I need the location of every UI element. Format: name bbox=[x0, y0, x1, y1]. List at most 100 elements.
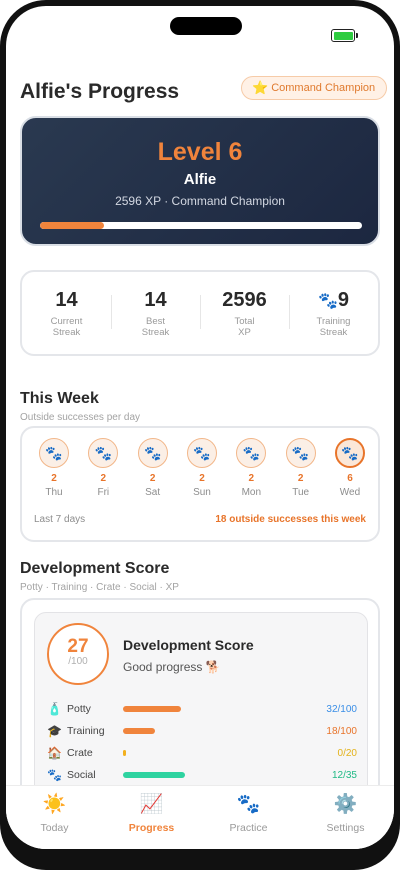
week-section-subtitle: Outside successes per day bbox=[20, 412, 141, 423]
sun-icon: ☀️ bbox=[42, 794, 67, 815]
development-section-subtitle: Potty · Training · Crate · Social · XP bbox=[20, 582, 179, 593]
score-value: 27 bbox=[67, 636, 89, 657]
day-item: 🐾 2 Thu bbox=[32, 438, 76, 498]
chart-icon: 📈 bbox=[139, 794, 164, 815]
tab-settings[interactable]: ⚙️ Settings bbox=[297, 786, 394, 849]
title-badge-label: Command Champion bbox=[271, 82, 376, 94]
paw-icon: 🐾 bbox=[186, 438, 217, 468]
bottom-tab-bar: ☀️ Today 📈 Progress 🐾 Practice ⚙️ Settings bbox=[6, 785, 394, 849]
development-status: Good progress 🐕 bbox=[123, 660, 221, 674]
day-name: Sat bbox=[145, 487, 161, 498]
day-count: 6 bbox=[347, 473, 353, 484]
stats-card: 14 Current Streak 14 Best Streak 2596 To… bbox=[20, 270, 380, 356]
app-screen: Alfie's Progress ⭐ Command Champion Leve… bbox=[6, 6, 394, 849]
metric-bar bbox=[123, 772, 303, 778]
xp-summary: 2596 XP · Command Champion bbox=[115, 194, 285, 208]
metric-icon: 🐾 bbox=[47, 768, 62, 782]
paw-icon: 🐾 bbox=[317, 292, 338, 310]
metric-row-social: 🐾 Social 12/35 bbox=[47, 767, 357, 783]
stat-label: Training Streak bbox=[316, 315, 351, 338]
day-name: Wed bbox=[339, 487, 361, 498]
paw-icon: 🐾 bbox=[334, 438, 365, 468]
metric-value: 32/100 bbox=[326, 703, 357, 715]
metric-label: Potty bbox=[67, 703, 91, 715]
metric-icon: 🎓 bbox=[47, 724, 62, 738]
metric-label: Crate bbox=[67, 747, 93, 759]
stat-total-xp: 2596 Total XP bbox=[200, 289, 289, 338]
xp-progress-fill bbox=[40, 222, 105, 229]
tab-label: Settings bbox=[326, 822, 365, 834]
tab-label: Today bbox=[40, 822, 69, 834]
metric-label: Training bbox=[67, 725, 105, 737]
day-item: 🐾 6 Wed bbox=[328, 438, 372, 498]
day-count: 2 bbox=[199, 473, 205, 484]
metric-bar bbox=[123, 750, 303, 756]
stat-value: 9 bbox=[337, 288, 350, 311]
metric-icon: 🧴 bbox=[47, 702, 62, 716]
stat-value: 14 bbox=[55, 288, 78, 311]
metric-row-training: 🎓 Training 18/100 bbox=[47, 723, 357, 739]
tab-progress[interactable]: 📈 Progress bbox=[103, 786, 200, 849]
tab-label: Practice bbox=[229, 822, 268, 834]
metric-label: Social bbox=[67, 769, 96, 781]
day-name: Tue bbox=[292, 487, 310, 498]
title-badge[interactable]: ⭐ Command Champion bbox=[241, 76, 388, 100]
stat-current-streak: 14 Current Streak bbox=[22, 289, 111, 338]
score-max: /100 bbox=[68, 656, 88, 667]
stat-label: Current Streak bbox=[50, 315, 83, 338]
development-card-title: Development Score bbox=[123, 637, 254, 653]
day-item: 🐾 2 Fri bbox=[81, 438, 125, 498]
metric-row-crate: 🏠 Crate 0/20 bbox=[47, 745, 357, 761]
day-name: Sun bbox=[193, 487, 211, 498]
tab-practice[interactable]: 🐾 Practice bbox=[200, 786, 297, 849]
week-footer-period: Last 7 days bbox=[34, 514, 86, 525]
day-count: 2 bbox=[149, 473, 156, 484]
xp-progress-bar bbox=[40, 222, 362, 229]
metric-icon: 🏠 bbox=[47, 746, 62, 760]
day-name: Thu bbox=[45, 487, 63, 498]
day-count: 2 bbox=[248, 473, 255, 484]
metric-value: 0/20 bbox=[337, 747, 357, 759]
metric-value: 12/35 bbox=[331, 769, 357, 781]
stat-value: 14 bbox=[144, 288, 167, 311]
day-count: 2 bbox=[51, 473, 57, 484]
score-ring: 27 /100 bbox=[47, 623, 109, 685]
star-icon: ⭐ bbox=[252, 80, 269, 95]
day-count: 2 bbox=[100, 473, 107, 484]
week-card: 🐾 2 Thu 🐾 2 Fri 🐾 2 Sat 🐾 2 Sun 🐾 2 Mon 🐾 2 Tue 🐾 6 Wed Last… bbox=[20, 426, 380, 542]
paw-icon: 🐾 bbox=[236, 438, 267, 468]
dog-name: Alfie bbox=[183, 171, 217, 188]
development-card: 27 /100 Development Score Good progress … bbox=[20, 598, 380, 785]
day-count: 2 bbox=[297, 473, 304, 484]
phone-frame: Alfie's Progress ⭐ Command Champion Leve… bbox=[0, 0, 400, 870]
metric-bar-fill bbox=[123, 772, 185, 778]
level-card: Level 6 Alfie 2596 XP · Command Champion bbox=[20, 116, 380, 246]
development-section-title: Development Score bbox=[20, 560, 170, 577]
level-title: Level 6 bbox=[157, 138, 243, 166]
day-item: 🐾 2 Mon bbox=[229, 438, 273, 498]
stat-label: Best Streak bbox=[141, 315, 170, 338]
metric-bar-fill bbox=[123, 706, 181, 712]
day-name: Fri bbox=[97, 487, 110, 498]
stat-value: 2596 bbox=[222, 288, 267, 311]
metric-bar-fill bbox=[123, 728, 156, 734]
metric-bar-fill bbox=[123, 750, 126, 756]
metric-bar bbox=[123, 706, 303, 712]
stat-label: Total XP bbox=[234, 315, 255, 338]
stat-training-streak: 🐾9 Training Streak bbox=[289, 289, 378, 338]
tab-label: Progress bbox=[128, 822, 175, 834]
paw-icon: 🐾 bbox=[236, 794, 261, 815]
metric-bar bbox=[123, 728, 303, 734]
week-section-title: This Week bbox=[20, 390, 99, 407]
tab-today[interactable]: ☀️ Today bbox=[6, 786, 103, 849]
day-name: Mon bbox=[241, 487, 262, 498]
scroll-content[interactable]: Alfie's Progress ⭐ Command Champion Leve… bbox=[6, 6, 394, 785]
page-title: Alfie's Progress bbox=[20, 80, 180, 103]
stat-best-streak: 14 Best Streak bbox=[111, 289, 200, 338]
metric-value: 18/100 bbox=[326, 725, 357, 737]
metric-row-potty: 🧴 Potty 32/100 bbox=[47, 701, 357, 717]
week-footer-total: 18 outside successes this week bbox=[215, 514, 366, 525]
paw-icon: 🐾 bbox=[137, 438, 168, 468]
gear-icon: ⚙️ bbox=[333, 794, 358, 815]
day-item: 🐾 2 Tue bbox=[279, 438, 323, 498]
